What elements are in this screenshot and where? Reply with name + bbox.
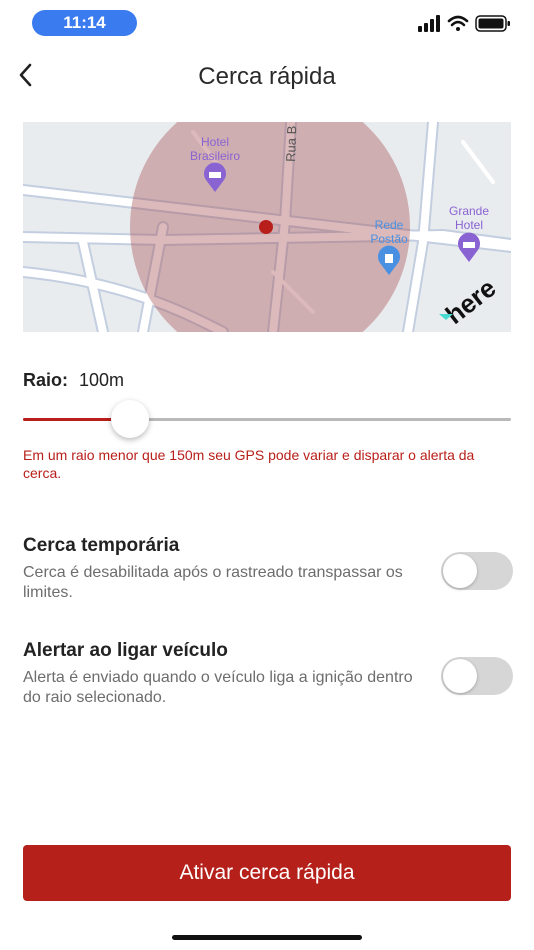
option-title: Cerca temporária [23, 535, 180, 556]
poi-label: Postão [370, 232, 408, 246]
header: Cerca rápida [0, 50, 534, 106]
poi-label: Hotel [455, 218, 483, 232]
slider-thumb[interactable] [111, 400, 149, 438]
battery-icon [475, 15, 510, 32]
poi-label: Hotel [201, 135, 229, 149]
option-temporary-fence: Cerca temporária Cerca é desabilitada ap… [23, 535, 513, 603]
street-label: Rua B [283, 125, 299, 162]
option-description: Alerta é enviado quando o veículo liga a… [23, 669, 413, 706]
radius-warning: Em um raio menor que 150m seu GPS pode v… [23, 447, 475, 481]
home-indicator [172, 935, 362, 940]
radius-slider[interactable] [23, 400, 511, 440]
page-title: Cerca rápida [198, 63, 336, 90]
ignition-alert-toggle[interactable] [441, 657, 513, 695]
activate-quick-fence-button[interactable]: Ativar cerca rápida [23, 845, 511, 901]
toggle-knob [443, 659, 477, 693]
status-icons [418, 14, 514, 34]
poi-label: Rede [375, 218, 404, 232]
poi-label: Grande [449, 204, 489, 218]
status-bar: 11:14 [0, 0, 534, 46]
option-title: Alertar ao ligar veículo [23, 640, 228, 661]
option-ignition-alert: Alertar ao ligar veículo Alerta é enviad… [23, 640, 513, 708]
toggle-knob [443, 554, 477, 588]
cellular-signal-icon [418, 15, 440, 32]
status-time: 11:14 [32, 10, 137, 36]
here-brand-text: here [440, 273, 502, 330]
radius-value: 100m [79, 370, 125, 390]
fence-center-marker [259, 220, 273, 234]
here-logo: here [439, 273, 501, 330]
option-description: Cerca é desabilitada após o rastreado tr… [23, 564, 403, 601]
poi-label: Brasileiro [190, 149, 240, 163]
map-view[interactable]: Hotel Brasileiro Grande Hotel Rede Postã… [23, 122, 511, 332]
temporary-fence-toggle[interactable] [441, 552, 513, 590]
radius-row: Raio: 100m [23, 370, 124, 391]
wifi-icon [447, 15, 469, 31]
hotel-icon [458, 232, 481, 262]
radius-label: Raio: [23, 370, 68, 390]
